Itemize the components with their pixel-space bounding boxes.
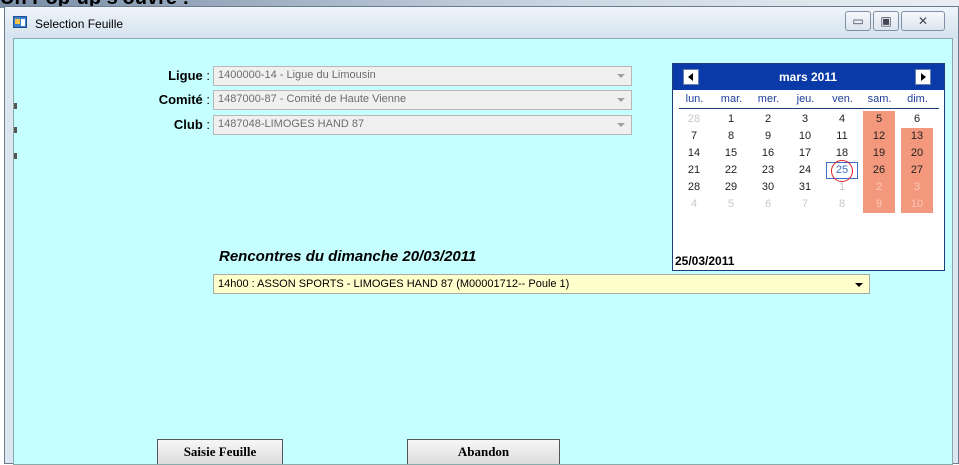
calendar-day[interactable]: 26 xyxy=(863,162,895,179)
calendar-day[interactable]: 15 xyxy=(715,145,747,162)
calendar-day[interactable]: 27 xyxy=(901,162,933,179)
calendar-day[interactable]: 6 xyxy=(752,196,784,213)
calendar-day[interactable]: 1 xyxy=(715,111,747,128)
calendar-day[interactable]: 12 xyxy=(863,128,895,145)
calendar-day[interactable]: 5 xyxy=(715,196,747,213)
calendar-day[interactable]: 19 xyxy=(863,145,895,162)
club-label: Club : xyxy=(173,117,210,132)
comite-combo[interactable]: 1487000-87 - Comité de Haute Vienne xyxy=(213,90,632,110)
calendar-day[interactable]: 8 xyxy=(826,196,858,213)
close-icon: ✕ xyxy=(917,14,929,28)
rencontres-title: Rencontres du dimanche 20/03/2011 xyxy=(219,248,477,265)
prev-month-button[interactable] xyxy=(683,69,699,85)
next-month-button[interactable] xyxy=(915,69,931,85)
window-title: Selection Feuille xyxy=(35,17,124,31)
calendar-day[interactable]: 28 xyxy=(678,111,710,128)
saisie-feuille-button[interactable]: Saisie Feuille xyxy=(157,439,283,464)
chevron-down-icon xyxy=(855,283,863,287)
maximize-button[interactable]: ▣ xyxy=(873,11,899,31)
client-area: Ligue : 1400000-14 - Ligue du Limousin C… xyxy=(13,38,953,465)
calendar-day[interactable]: 29 xyxy=(715,179,747,196)
calendar-day[interactable]: 23 xyxy=(752,162,784,179)
chevron-down-icon xyxy=(617,123,625,127)
calendar-day[interactable]: 14 xyxy=(678,145,710,162)
app-icon xyxy=(13,16,27,28)
ligue-combo[interactable]: 1400000-14 - Ligue du Limousin xyxy=(213,66,632,86)
chevron-right-icon xyxy=(921,73,926,81)
club-value: 1487048-LIMOGES HAND 87 xyxy=(218,118,365,130)
calendar-day[interactable]: 11 xyxy=(826,128,858,145)
calendar-day[interactable]: 13 xyxy=(901,128,933,145)
day-of-week-header: sam. xyxy=(867,93,892,105)
calendar-day[interactable]: 20 xyxy=(901,145,933,162)
ligue-value: 1400000-14 - Ligue du Limousin xyxy=(218,69,376,81)
calendar-day[interactable]: 28 xyxy=(678,179,710,196)
calendar-day[interactable]: 30 xyxy=(752,179,784,196)
calendar-day[interactable]: 21 xyxy=(678,162,710,179)
day-of-week-header: dim. xyxy=(907,93,928,105)
calendar-day[interactable]: 7 xyxy=(789,196,821,213)
calendar-day[interactable]: 10 xyxy=(901,196,933,213)
calendar-day[interactable]: 17 xyxy=(789,145,821,162)
days-of-week-row: lun. mar. mer. jeu. ven. sam. dim. xyxy=(673,93,944,107)
calendar-today-label[interactable]: 25/03/2011 xyxy=(675,254,734,268)
chevron-down-icon xyxy=(617,98,625,102)
calendar-day[interactable]: 6 xyxy=(901,111,933,128)
day-of-week-header: mar. xyxy=(720,93,743,105)
calendar-day[interactable]: 24 xyxy=(789,162,821,179)
month-calendar[interactable]: mars 2011 lun. mar. mer. jeu. ven. sam. dim. 2… xyxy=(672,63,945,271)
calendar-day[interactable]: 31 xyxy=(789,179,821,196)
calendar-day[interactable]: 4 xyxy=(826,111,858,128)
chevron-down-icon xyxy=(617,74,625,78)
selection-feuille-window: Selection Feuille ▭ ▣ ✕ Ligue : 1400000-… xyxy=(4,6,959,465)
calendar-day[interactable]: 8 xyxy=(715,128,747,145)
club-combo[interactable]: 1487048-LIMOGES HAND 87 xyxy=(213,115,632,135)
chevron-left-icon xyxy=(688,73,693,81)
abandon-button[interactable]: Abandon xyxy=(407,439,560,464)
maximize-icon: ▣ xyxy=(880,14,892,28)
calendar-day[interactable]: 3 xyxy=(789,111,821,128)
ligue-label: Ligue : xyxy=(168,68,210,83)
minimize-button[interactable]: ▭ xyxy=(845,11,871,31)
divider xyxy=(679,108,939,109)
calendar-header: mars 2011 xyxy=(673,64,944,90)
calendar-day[interactable]: 3 xyxy=(901,179,933,196)
side-mark xyxy=(14,153,17,159)
calendar-day[interactable]: 2 xyxy=(863,179,895,196)
side-mark xyxy=(14,127,17,133)
close-button[interactable]: ✕ xyxy=(901,11,945,31)
minimize-icon: ▭ xyxy=(852,14,864,28)
day-of-week-header: ven. xyxy=(832,93,853,105)
day-of-week-header: mer. xyxy=(757,93,780,105)
calendar-month-label[interactable]: mars 2011 xyxy=(713,70,903,84)
rencontre-combo[interactable]: 14h00 : ASSON SPORTS - LIMOGES HAND 87 (… xyxy=(213,274,870,294)
calendar-day[interactable]: 10 xyxy=(789,128,821,145)
calendar-day[interactable]: 4 xyxy=(678,196,710,213)
calendar-day[interactable]: 22 xyxy=(715,162,747,179)
calendar-day[interactable]: 9 xyxy=(752,128,784,145)
titlebar: Selection Feuille ▭ ▣ ✕ xyxy=(5,7,958,38)
calendar-day[interactable]: 2 xyxy=(752,111,784,128)
calendar-day[interactable]: 5 xyxy=(863,111,895,128)
side-mark xyxy=(14,103,17,109)
calendar-day[interactable]: 7 xyxy=(678,128,710,145)
comite-value: 1487000-87 - Comité de Haute Vienne xyxy=(218,93,407,105)
calendar-day[interactable]: 16 xyxy=(752,145,784,162)
day-of-week-header: lun. xyxy=(685,93,704,105)
day-of-week-header: jeu. xyxy=(796,93,815,105)
calendar-day[interactable]: 9 xyxy=(863,196,895,213)
rencontre-value: 14h00 : ASSON SPORTS - LIMOGES HAND 87 (… xyxy=(218,278,570,290)
calendar-day[interactable]: 1 xyxy=(826,179,858,196)
comite-label: Comité : xyxy=(158,92,210,107)
